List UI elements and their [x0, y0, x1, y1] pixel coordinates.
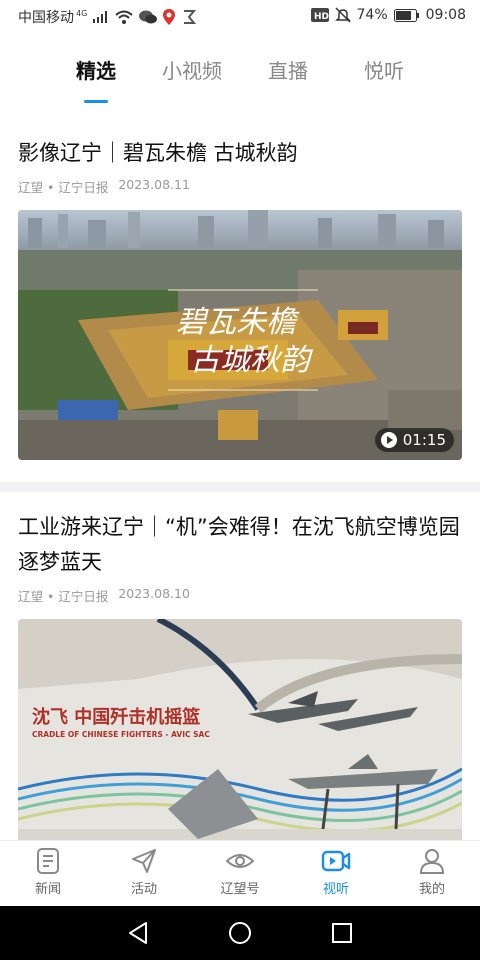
- article-source: 辽望 • 辽宁日报: [18, 589, 109, 604]
- palace-aerial-image: 碧瓦朱檐 古城秋韵: [18, 210, 462, 460]
- nav-video-audio[interactable]: 视听: [296, 847, 376, 897]
- nav-label: 活动: [130, 882, 157, 897]
- article-title[interactable]: 影像辽宁｜碧瓦朱檐 古城秋韵: [18, 136, 462, 171]
- overlay-title-line1: 碧瓦朱檐: [176, 305, 300, 340]
- wechat-icon: [139, 10, 158, 24]
- nav-liaowang-account[interactable]: 辽望号: [200, 847, 280, 897]
- send-icon: [132, 849, 156, 873]
- feed-divider: [0, 482, 480, 492]
- news-feed[interactable]: 影像辽宁｜碧瓦朱檐 古城秋韵 辽望 • 辽宁日报 2023.08.11 碧瓦朱檐…: [0, 128, 480, 840]
- eye-icon: [225, 854, 255, 868]
- active-tab-indicator: [84, 100, 108, 103]
- news-icon: [37, 848, 59, 874]
- museum-sign-chinese: 沈飞 中国歼击机摇篮: [32, 706, 200, 728]
- system-nav-bar: [0, 906, 480, 960]
- user-icon: [419, 849, 445, 874]
- aviation-museum-image: 沈飞 中国歼击机摇篮 CRADLE OF CHINESE FIGHTERS - …: [18, 619, 462, 840]
- nav-profile[interactable]: 我的: [392, 847, 472, 897]
- nav-activities[interactable]: 活动: [104, 847, 184, 897]
- top-tab-bar: 精选 小视频 直播 悦听: [0, 40, 480, 110]
- article-date: 2023.08.11: [118, 177, 190, 192]
- article-card[interactable]: 工业游来辽宁｜“机”会难得！在沈飞航空博览园逐梦蓝天 辽望 • 辽宁日报 202…: [0, 510, 480, 840]
- article-title[interactable]: 工业游来辽宁｜“机”会难得！在沈飞航空博览园逐梦蓝天: [18, 510, 462, 580]
- article-date: 2023.08.10: [118, 586, 190, 601]
- tab-audio[interactable]: 悦听: [364, 55, 404, 84]
- status-bar: 中国移动 4G HD 74% 09:08: [0, 0, 480, 32]
- location-icon: [163, 9, 176, 25]
- hd-icon: HD: [310, 8, 329, 22]
- article-thumbnail[interactable]: 沈飞 中国歼击机摇篮 CRADLE OF CHINESE FIGHTERS - …: [18, 619, 462, 840]
- nav-label: 新闻: [34, 882, 61, 897]
- carrier-label: 中国移动: [18, 10, 74, 26]
- overlay-title-line2: 古城秋韵: [190, 343, 314, 378]
- nav-label: 我的: [418, 882, 445, 897]
- article-meta: 辽望 • 辽宁日报 2023.08.10: [18, 586, 462, 605]
- app-notification-icon: [181, 9, 197, 25]
- video-duration-badge: 01:15: [374, 428, 454, 452]
- wifi-icon: [115, 10, 133, 24]
- signal-icon: [93, 11, 109, 23]
- article-source: 辽望 • 辽宁日报: [18, 180, 109, 195]
- back-icon[interactable]: [126, 920, 150, 946]
- nav-label: 辽望号: [220, 882, 260, 897]
- battery-percent: 74%: [356, 7, 388, 23]
- svg-text:HD: HD: [314, 12, 329, 22]
- mute-icon: [334, 7, 351, 23]
- article-meta: 辽望 • 辽宁日报 2023.08.11: [18, 177, 462, 196]
- tab-live[interactable]: 直播: [268, 55, 308, 84]
- video-thumbnail[interactable]: 碧瓦朱檐 古城秋韵 01:15: [18, 210, 462, 460]
- battery-icon: [393, 8, 420, 22]
- nav-news[interactable]: 新闻: [8, 847, 88, 897]
- network-type: 4G: [76, 8, 88, 18]
- tab-short-video[interactable]: 小视频: [162, 55, 222, 84]
- tab-featured[interactable]: 精选: [76, 55, 116, 84]
- recents-icon[interactable]: [330, 920, 354, 946]
- video-duration: 01:15: [402, 431, 446, 449]
- bottom-nav: 新闻 活动 辽望号 视听 我的: [0, 840, 480, 907]
- video-icon: [321, 850, 351, 872]
- nav-label: 视听: [322, 882, 349, 897]
- home-icon[interactable]: [228, 920, 252, 946]
- play-icon: [380, 432, 397, 448]
- clock: 09:08: [425, 7, 466, 23]
- museum-sign-english: CRADLE OF CHINESE FIGHTERS - AVIC SAC: [32, 730, 210, 739]
- article-card[interactable]: 影像辽宁｜碧瓦朱檐 古城秋韵 辽望 • 辽宁日报 2023.08.11 碧瓦朱檐…: [0, 136, 480, 460]
